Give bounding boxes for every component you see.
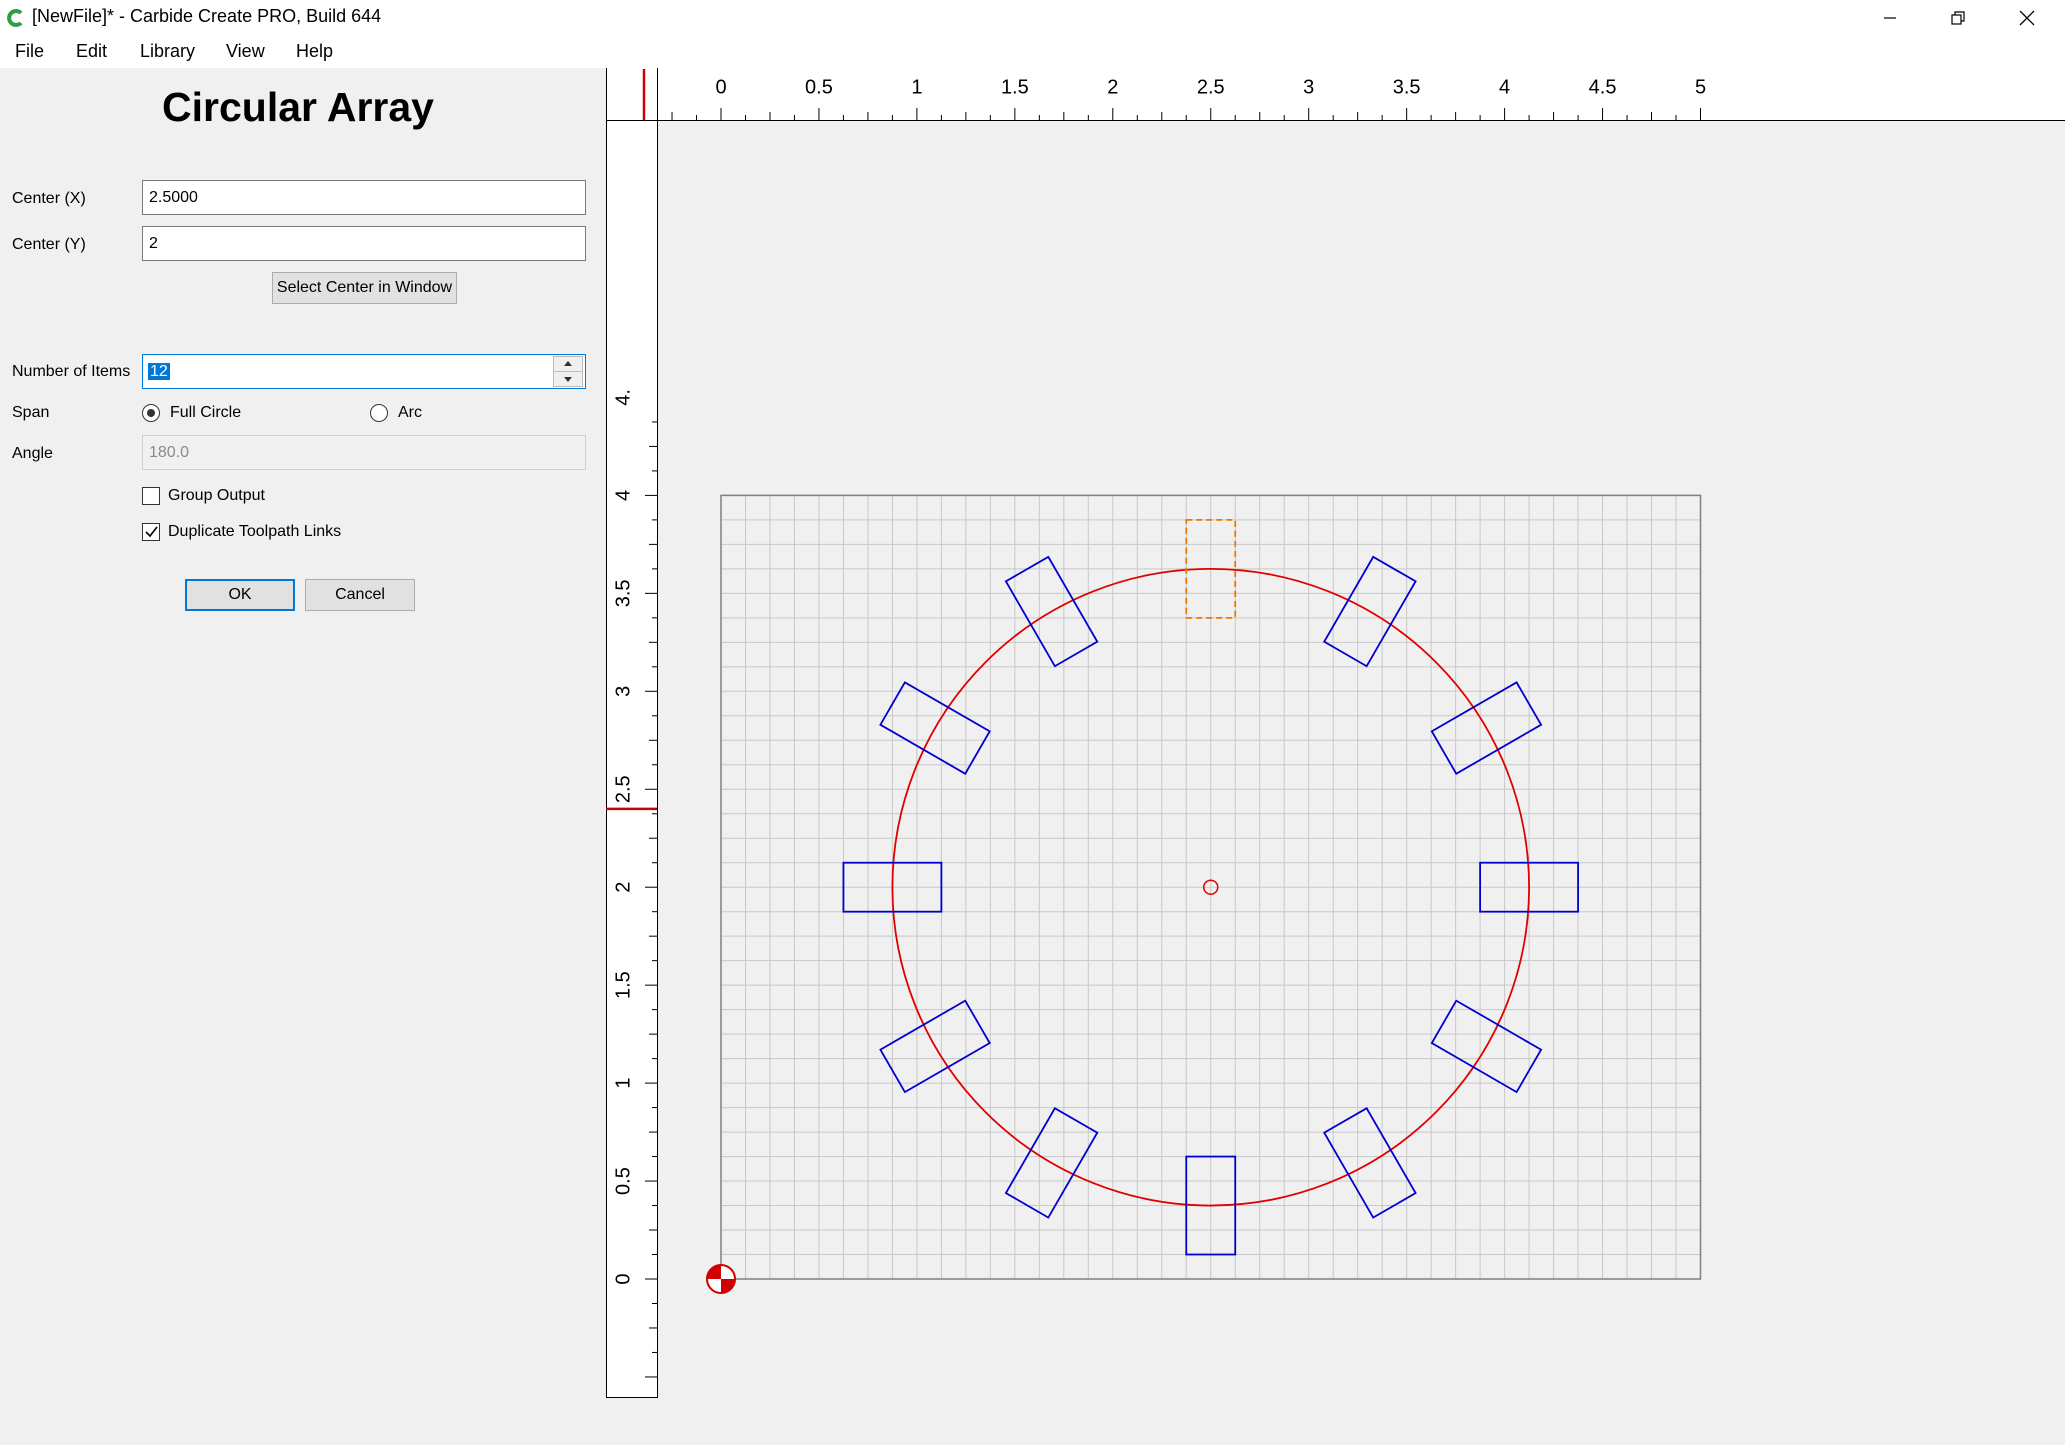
minimize-icon [1884,17,1896,19]
number-items-stepper[interactable] [553,356,583,387]
design-workspace[interactable]: 0 0.5 1 1.5 2 2.5 3 3.5 4 4.5 5 0 0.5 1 1.5 2 2.5 3 3.5 4 4. [606,68,2065,1440]
center-y-input[interactable]: 2 [142,226,586,261]
group-output-label: Group Output [168,487,265,504]
y-ruler-label: 1.5 [612,971,634,999]
span-arc-radio[interactable] [370,404,388,422]
center-y-label: Center (Y) [12,236,86,253]
checkmark-icon [145,526,158,538]
close-button[interactable] [1993,0,2061,36]
y-ruler-label: 3.5 [612,579,634,607]
y-ruler-label: 3 [612,686,634,697]
x-ruler-label: 4.5 [1589,76,1617,98]
ruler-ticks: 0 0.5 1 1.5 2 2.5 3 3.5 4 4.5 5 0 0.5 1 1.5 2 2.5 3 3.5 4 4. [612,76,1706,1378]
group-output-checkbox[interactable] [142,487,160,505]
angle-label: Angle [12,445,53,462]
x-ruler-label: 1 [911,76,922,98]
carbide-logo-icon [7,9,23,27]
x-ruler-label: 2 [1107,76,1118,98]
y-ruler-label: 4 [612,490,634,501]
origin-quadrant [707,1265,721,1279]
x-ruler-label: 3.5 [1393,76,1421,98]
x-ruler-label: 5 [1695,76,1706,98]
cancel-button[interactable]: Cancel [305,579,415,611]
center-x-input[interactable]: 2.5000 [142,180,586,215]
y-ruler-label: 0 [612,1273,634,1284]
rulers [606,68,2065,1398]
span-full-circle-radio[interactable] [142,404,160,422]
y-ruler-label: 2 [612,882,634,893]
span-label: Span [12,404,50,421]
y-ruler-label: 1 [612,1078,634,1089]
number-items-input[interactable]: 12 [142,354,586,389]
window-title: [NewFile]* - Carbide Create PRO, Build 6… [32,6,382,26]
menu-file[interactable]: File [15,41,44,62]
y-ruler-label: 4. [612,389,634,406]
number-items-label: Number of Items [12,363,131,380]
x-ruler-label: 2.5 [1197,76,1225,98]
x-ruler-label: 0 [715,76,726,98]
menu-library[interactable]: Library [140,41,195,62]
duplicate-links-label: Duplicate Toolpath Links [168,523,342,540]
title-bar: [NewFile]* - Carbide Create PRO, Build 6… [0,0,2065,36]
center-x-label: Center (X) [12,190,86,207]
angle-input: 180.0 [142,435,586,470]
minimize-button[interactable] [1856,0,1924,36]
number-items-value: 12 [148,363,170,380]
origin-icon [706,1264,736,1294]
grid [720,494,1701,1280]
span-arc-label: Arc [398,404,422,421]
select-center-button[interactable]: Select Center in Window [272,272,457,304]
x-ruler-label: 1.5 [1001,76,1029,98]
menu-help[interactable]: Help [296,41,333,62]
close-icon [2019,10,2035,26]
ok-button[interactable]: OK [185,579,295,611]
restore-button[interactable] [1924,0,1992,36]
design-canvas[interactable]: 0 0.5 1 1.5 2 2.5 3 3.5 4 4.5 5 0 0.5 1 1.5 2 2.5 3 3.5 4 4. [606,68,2065,1440]
x-ruler-label: 4 [1499,76,1510,98]
y-ruler-label: 0.5 [612,1167,634,1195]
circular-array-panel: Circular Array Center (X) 2.5000 Center … [0,68,606,1440]
radio-dot [147,409,155,417]
panel-title: Circular Array [162,84,434,130]
y-ruler-label: 2.5 [612,775,634,803]
span-full-circle-label: Full Circle [170,404,242,421]
restore-icon [1951,11,1965,25]
origin-quadrant [721,1279,735,1293]
x-ruler-label: 3 [1303,76,1314,98]
menu-bar: File Edit Library View Help [0,36,2065,68]
duplicate-links-checkbox[interactable] [142,523,160,541]
x-ruler-label: 0.5 [805,76,833,98]
menu-view[interactable]: View [226,41,265,62]
menu-edit[interactable]: Edit [76,41,107,62]
left-ruler [606,68,657,1398]
